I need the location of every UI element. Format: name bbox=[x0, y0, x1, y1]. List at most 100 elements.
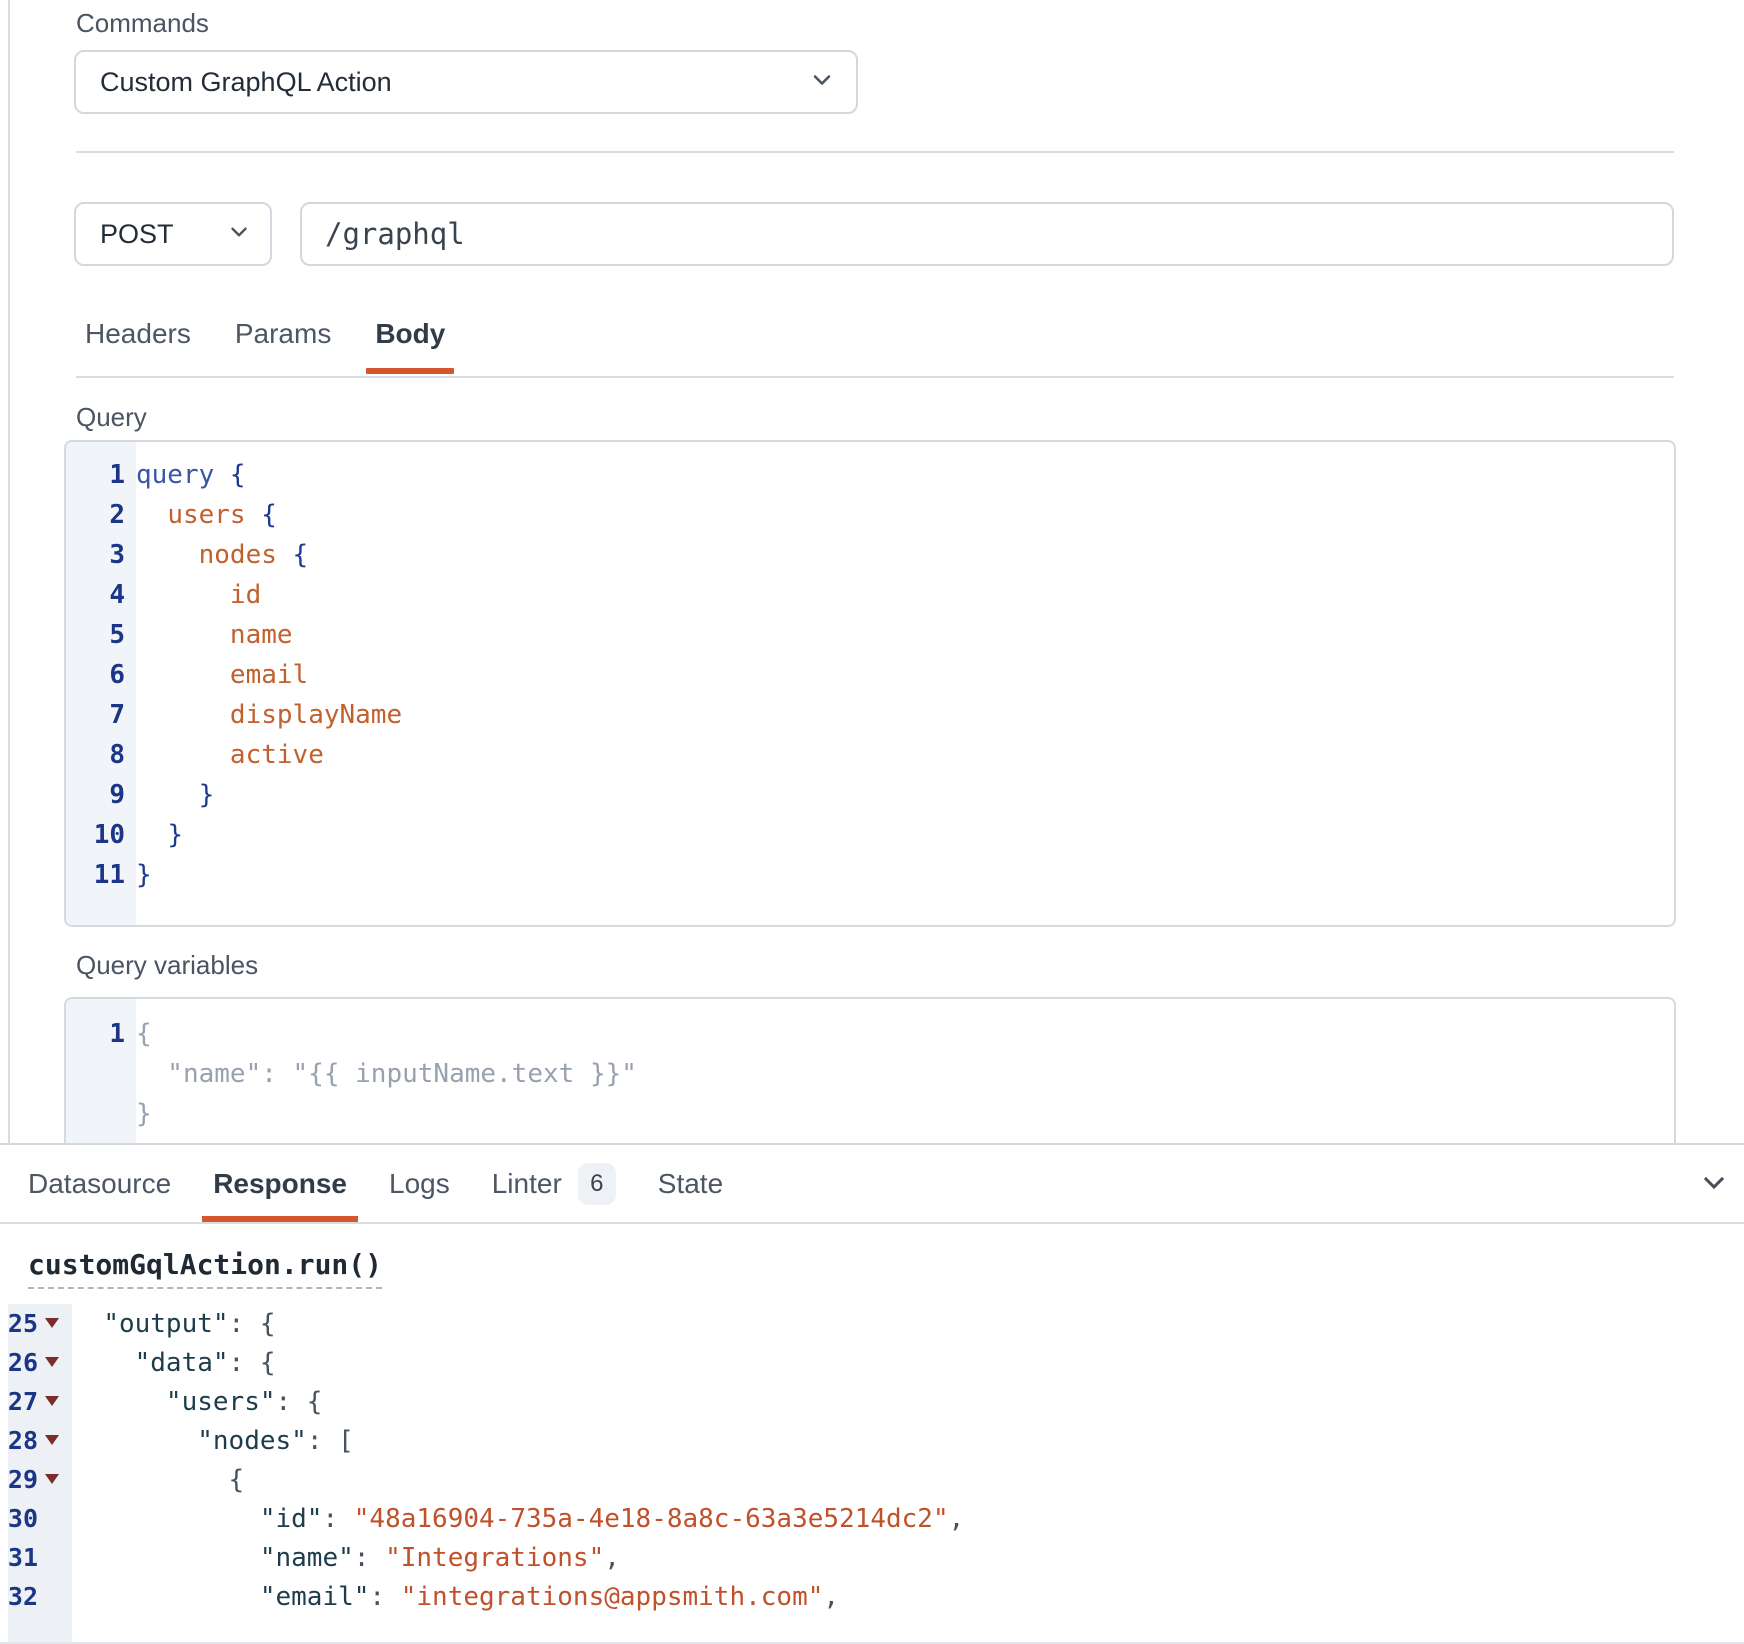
line-number: 9 bbox=[109, 780, 125, 810]
bottom-panel-tab-bar: Datasource Response Logs Linter 6 State bbox=[0, 1145, 1744, 1223]
code-line: 27 "users": { bbox=[0, 1382, 1744, 1421]
code-text: email bbox=[136, 660, 308, 690]
code-line: 10 } bbox=[66, 815, 1674, 855]
line-gutter: 26 bbox=[0, 1348, 72, 1377]
line-number: 1 bbox=[109, 1019, 125, 1049]
line-number: 3 bbox=[109, 540, 125, 570]
code-line: 32 "email": "integrations@appsmith.com", bbox=[0, 1577, 1744, 1616]
line-gutter: 6 bbox=[66, 660, 136, 690]
response-action-signature[interactable]: customGqlAction.run() bbox=[28, 1248, 382, 1289]
fold-triangle-down-icon[interactable] bbox=[45, 1471, 65, 1489]
line-number: 30 bbox=[0, 1504, 38, 1533]
code-line: 26 "data": { bbox=[0, 1343, 1744, 1382]
code-text: "users": { bbox=[72, 1387, 322, 1417]
line-gutter: 8 bbox=[66, 740, 136, 770]
code-text: "nodes": [ bbox=[72, 1426, 354, 1456]
fold-triangle-down-icon[interactable] bbox=[45, 1315, 65, 1333]
tab-state[interactable]: State bbox=[658, 1145, 723, 1223]
code-text: "output": { bbox=[72, 1309, 276, 1339]
fold-triangle-down-icon[interactable] bbox=[45, 1354, 65, 1372]
left-pane-divider bbox=[8, 0, 10, 1143]
tab-body[interactable]: Body bbox=[375, 308, 445, 376]
code-text: query { bbox=[136, 460, 246, 490]
line-number: 25 bbox=[0, 1309, 38, 1338]
line-gutter: 29 bbox=[0, 1465, 72, 1494]
code-text: "name": "Integrations", bbox=[72, 1543, 620, 1573]
line-gutter: 9 bbox=[66, 780, 136, 810]
http-method-select[interactable]: POST bbox=[74, 202, 272, 266]
query-code-editor[interactable]: 1query {2 users {3 nodes {4 id5 name6 em… bbox=[64, 440, 1676, 927]
code-line: 11} bbox=[66, 855, 1674, 895]
commands-select[interactable]: Custom GraphQL Action bbox=[74, 50, 858, 114]
line-gutter: 28 bbox=[0, 1426, 72, 1455]
line-number: 29 bbox=[0, 1465, 38, 1494]
url-value: /graphql bbox=[302, 217, 465, 251]
code-text: "id": "48a16904-735a-4e18-8a8c-63a3e5214… bbox=[72, 1504, 964, 1534]
line-number: 7 bbox=[109, 700, 125, 730]
tab-logs[interactable]: Logs bbox=[389, 1145, 450, 1223]
query-variables-label: Query variables bbox=[76, 950, 258, 981]
code-line: 1{ bbox=[66, 1014, 1674, 1054]
tab-params[interactable]: Params bbox=[235, 308, 331, 376]
code-line: 5 name bbox=[66, 615, 1674, 655]
code-text: { bbox=[136, 1019, 152, 1049]
query-variables-editor[interactable]: 1{ "name": "{{ inputName.text }}"} bbox=[64, 997, 1676, 1143]
code-line: 4 id bbox=[66, 575, 1674, 615]
tab-headers[interactable]: Headers bbox=[85, 308, 191, 376]
line-number: 11 bbox=[94, 860, 125, 890]
fold-triangle-down-icon[interactable] bbox=[45, 1432, 65, 1450]
line-gutter: 2 bbox=[66, 500, 136, 530]
code-line: 9 } bbox=[66, 775, 1674, 815]
code-line: 30 "id": "48a16904-735a-4e18-8a8c-63a3e5… bbox=[0, 1499, 1744, 1538]
line-gutter: 1 bbox=[66, 460, 136, 490]
response-json-viewer[interactable]: 25 "output": {26 "data": {27 "users": {2… bbox=[0, 1304, 1744, 1644]
code-line: } bbox=[66, 1094, 1674, 1134]
line-number: 28 bbox=[0, 1426, 38, 1455]
commands-label: Commands bbox=[76, 8, 209, 39]
code-line: 6 email bbox=[66, 655, 1674, 695]
line-number: 2 bbox=[109, 500, 125, 530]
commands-selected-value: Custom GraphQL Action bbox=[76, 67, 392, 98]
tab-datasource[interactable]: Datasource bbox=[28, 1145, 171, 1223]
line-number: 32 bbox=[0, 1582, 38, 1611]
code-line: 1 query { bbox=[66, 455, 1674, 495]
line-gutter: 25 bbox=[0, 1309, 72, 1338]
linter-count-badge: 6 bbox=[578, 1163, 616, 1205]
code-line: 29 { bbox=[0, 1460, 1744, 1499]
line-number: 6 bbox=[109, 660, 125, 690]
query-label: Query bbox=[76, 402, 147, 433]
line-number: 27 bbox=[0, 1387, 38, 1416]
line-gutter: 30 bbox=[0, 1504, 72, 1533]
line-number: 8 bbox=[109, 740, 125, 770]
code-text: active bbox=[136, 740, 324, 770]
code-text: } bbox=[136, 860, 152, 890]
section-divider bbox=[76, 151, 1674, 153]
line-number: 5 bbox=[109, 620, 125, 650]
line-gutter: 27 bbox=[0, 1387, 72, 1416]
code-text: } bbox=[136, 1099, 152, 1129]
tab-linter[interactable]: Linter 6 bbox=[492, 1145, 616, 1223]
line-number: 1 bbox=[109, 460, 125, 490]
fold-triangle-down-icon[interactable] bbox=[45, 1393, 65, 1411]
code-line: 3 nodes { bbox=[66, 535, 1674, 575]
line-gutter: 5 bbox=[66, 620, 136, 650]
line-gutter: 1 bbox=[66, 1019, 136, 1049]
http-method-value: POST bbox=[76, 219, 174, 250]
code-text: "email": "integrations@appsmith.com", bbox=[72, 1582, 839, 1612]
line-gutter: 31 bbox=[0, 1543, 72, 1572]
line-number: 4 bbox=[109, 580, 125, 610]
api-editor-page: Commands Custom GraphQL Action POST /gra… bbox=[0, 0, 1744, 1644]
chevron-down-icon bbox=[226, 219, 252, 250]
collapse-panel-chevron-down-icon[interactable] bbox=[1697, 1168, 1731, 1203]
tab-response[interactable]: Response bbox=[213, 1145, 347, 1223]
code-text: name bbox=[136, 620, 293, 650]
code-text: "name": "{{ inputName.text }}" bbox=[136, 1059, 637, 1089]
line-gutter: 10 bbox=[66, 820, 136, 850]
line-number: 10 bbox=[94, 820, 125, 850]
url-input[interactable]: /graphql bbox=[300, 202, 1674, 266]
tab-bar-divider bbox=[76, 376, 1674, 378]
line-gutter: 4 bbox=[66, 580, 136, 610]
code-line: 25 "output": { bbox=[0, 1304, 1744, 1343]
code-text: } bbox=[136, 780, 214, 810]
code-text: displayName bbox=[136, 700, 402, 730]
